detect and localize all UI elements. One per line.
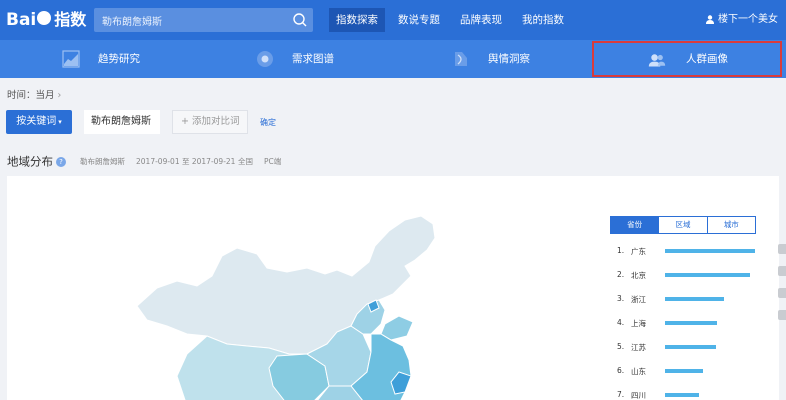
- search-value: 勒布朗詹姆斯: [102, 17, 162, 28]
- ranking-row[interactable]: 7. 四川: [617, 388, 767, 400]
- tab-province[interactable]: 省份: [611, 217, 659, 233]
- keyword-tag[interactable]: 勒布朗詹姆斯: [84, 110, 160, 134]
- help-icon[interactable]: ?: [56, 156, 66, 167]
- add-compare-keyword-input[interactable]: + 添加对比词: [172, 110, 248, 134]
- tab-label: 舆情洞察: [488, 53, 530, 65]
- province-name: 江苏: [631, 343, 646, 352]
- rank-bar: [665, 393, 699, 397]
- meta-scope: 全国: [238, 157, 253, 166]
- tab-label: 趋势研究: [98, 53, 140, 65]
- tab-demand-graph[interactable]: 需求图谱: [256, 40, 396, 78]
- confirm-button[interactable]: 确定: [260, 117, 276, 128]
- ranking-row[interactable]: 2. 北京: [617, 268, 767, 282]
- keyword-tag-text: 勒布朗詹姆斯: [91, 116, 151, 127]
- paw-icon: [37, 11, 52, 25]
- user-name: 楼下一个美女: [718, 14, 778, 25]
- section-title: 地域分布: [7, 154, 53, 169]
- nav-index-explore[interactable]: 指数探索: [329, 8, 385, 32]
- province-name: 广东: [631, 247, 646, 256]
- side-tool-icon[interactable]: [778, 310, 786, 320]
- ranking-row[interactable]: 5. 江苏: [617, 340, 767, 354]
- user-icon: [706, 14, 714, 24]
- time-label: 时间：当月: [7, 90, 55, 101]
- ranking-row[interactable]: 1. 广东: [617, 244, 767, 258]
- rank-number: 3.: [617, 294, 625, 303]
- sentiment-icon: [455, 52, 467, 66]
- rank-number: 5.: [617, 342, 625, 351]
- meta-device: PC端: [264, 157, 282, 166]
- rank-number: 4.: [617, 318, 625, 327]
- baidu-index-logo[interactable]: Bai 指数: [6, 8, 86, 32]
- province-name: 北京: [631, 271, 646, 280]
- time-filter[interactable]: 时间：当月 ›: [7, 87, 61, 101]
- logo-suffix: 指数: [54, 10, 87, 29]
- meta-date-range: 2017-09-01 至 2017-09-21: [136, 157, 236, 166]
- region-header: 地域分布?: [7, 151, 66, 169]
- sub-nav: 趋势研究 需求图谱 舆情洞察 人群画像: [0, 40, 786, 78]
- rank-number: 1.: [617, 246, 625, 255]
- graph-node-icon: [257, 51, 273, 67]
- rank-number: 7.: [617, 390, 625, 399]
- nav-brand-performance[interactable]: 品牌表现: [453, 8, 509, 32]
- side-tool-icon[interactable]: [778, 288, 786, 298]
- tab-trend-research[interactable]: 趋势研究: [62, 40, 202, 78]
- top-bar: Bai 指数 勒布朗詹姆斯 指数探索 数说专题 品牌表现 我的指数 楼下一个美女: [0, 0, 786, 40]
- rank-bar: [665, 273, 750, 277]
- rank-number: 6.: [617, 366, 625, 375]
- china-heat-map[interactable]: [7, 176, 567, 400]
- ranking-row[interactable]: 6. 山东: [617, 364, 767, 378]
- side-tool-icon[interactable]: [778, 244, 786, 254]
- tab-city[interactable]: 城市: [706, 217, 755, 233]
- logo-text: Bai: [6, 10, 37, 30]
- region-tabs: 省份 区域 城市: [610, 216, 756, 234]
- ranking-row[interactable]: 4. 上海: [617, 316, 767, 330]
- tab-audience-portrait[interactable]: 人群画像: [592, 41, 782, 77]
- keyword-mode-dropdown[interactable]: 按关键词 ▾: [6, 110, 72, 134]
- meta-keyword: 勒布朗詹姆斯: [80, 157, 125, 166]
- tab-label: 人群画像: [686, 53, 728, 65]
- province-name: 上海: [631, 319, 646, 328]
- rank-bar: [665, 345, 716, 349]
- rank-bar: [665, 321, 717, 325]
- province-name: 浙江: [631, 295, 646, 304]
- nav-data-topics[interactable]: 数说专题: [391, 8, 447, 32]
- search-icon[interactable]: [291, 11, 309, 29]
- tab-label: 需求图谱: [292, 53, 334, 65]
- side-tools: [778, 244, 786, 332]
- rank-bar: [665, 297, 724, 301]
- rank-bar: [665, 369, 703, 373]
- side-tool-icon[interactable]: [778, 266, 786, 276]
- caret-down-icon: ▾: [58, 118, 62, 126]
- user-menu[interactable]: 楼下一个美女: [706, 8, 778, 32]
- nav-my-index[interactable]: 我的指数: [515, 8, 571, 32]
- search-input[interactable]: 勒布朗詹姆斯: [94, 8, 313, 32]
- province-name: 山东: [631, 367, 646, 376]
- tab-sentiment-insight[interactable]: 舆情洞察: [452, 40, 592, 78]
- region-panel: 省份 区域 城市 1. 广东 2. 北京 3. 浙江 4. 上海 5. 江苏 6. 山东 7. 四川: [7, 176, 779, 400]
- trend-chart-icon: [62, 50, 80, 68]
- tab-area[interactable]: 区域: [658, 217, 706, 233]
- rank-number: 2.: [617, 270, 625, 279]
- province-name: 四川: [631, 391, 646, 400]
- chevron-right-icon: ›: [57, 90, 62, 101]
- rank-bar: [665, 249, 755, 253]
- ranking-row[interactable]: 3. 浙江: [617, 292, 767, 306]
- keyword-mode-label: 按关键词: [16, 116, 57, 127]
- users-icon: [648, 54, 666, 67]
